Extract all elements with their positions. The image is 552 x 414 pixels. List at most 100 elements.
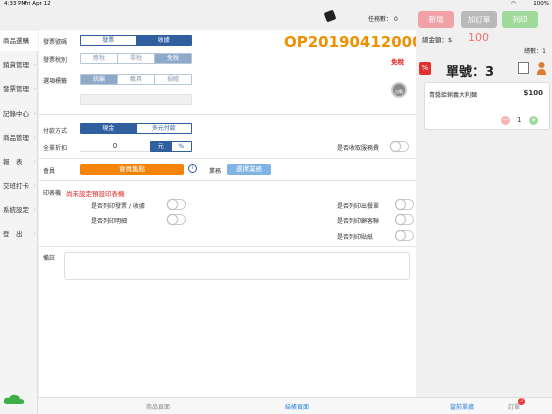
service-fee-toggle[interactable] bbox=[390, 141, 409, 152]
print-customer-toggle[interactable] bbox=[395, 214, 414, 225]
order-number-display: 單號：3 bbox=[446, 65, 495, 80]
person-icon[interactable] bbox=[537, 61, 546, 75]
edit-icon[interactable] bbox=[518, 62, 529, 74]
chevron-right-icon: › bbox=[34, 62, 36, 68]
wifi-icon: ◠ bbox=[511, 1, 516, 7]
auto-round-button[interactable]: 自動 bbox=[391, 82, 407, 98]
print-button[interactable]: 列印 bbox=[502, 11, 538, 28]
tax-status: 免稅 bbox=[391, 58, 404, 66]
sales-label: 業務 bbox=[209, 168, 222, 175]
tax-type-taxable[interactable]: 應稅 bbox=[81, 54, 118, 63]
item-name: 青醬蛤蜊義大利麵 bbox=[429, 92, 478, 99]
receipt-type-label: 發票號碼 bbox=[43, 39, 68, 46]
chevron-right-icon: › bbox=[34, 159, 36, 165]
payment-multi[interactable]: 多元付款 bbox=[137, 124, 192, 133]
print-invoice-toggle[interactable] bbox=[167, 199, 186, 210]
sidebar-item-logout[interactable]: 登 出 › bbox=[0, 224, 38, 244]
tab-checkout-page[interactable]: 結帳頁面 bbox=[285, 402, 309, 411]
chevron-right-icon: › bbox=[34, 231, 36, 237]
print-invoice-label: 是否列印發票 / 收據 bbox=[91, 203, 145, 210]
sidebar-item-record-center[interactable]: 記錄中心 › bbox=[0, 104, 38, 124]
discount-unit-dollar[interactable]: 元 bbox=[151, 142, 172, 151]
sidebar-item-product-select[interactable]: 商品選購 bbox=[0, 31, 38, 51]
add-order-button[interactable]: 加訂單 bbox=[461, 11, 497, 28]
discount-unit-segment: 元 % bbox=[150, 141, 192, 152]
item-price: $100 bbox=[523, 89, 543, 97]
chevron-right-icon: › bbox=[34, 207, 36, 213]
info-icon[interactable]: i bbox=[188, 164, 197, 173]
print-customer-label: 是否列印顧客聯 bbox=[337, 218, 380, 225]
memo-input[interactable] bbox=[64, 252, 410, 280]
item-qty: 1 bbox=[517, 116, 522, 124]
battery-indicator: 100% bbox=[533, 1, 549, 7]
discount-unit-percent[interactable]: % bbox=[172, 142, 192, 151]
payment-segment: 現金 多元付款 bbox=[80, 123, 192, 134]
sidebar-item-shift-clock[interactable]: 交班打卡 › bbox=[0, 176, 38, 196]
chevron-right-icon: › bbox=[34, 135, 36, 141]
select-sales-button[interactable]: 選擇業務 bbox=[227, 164, 271, 175]
print-sticker-toggle[interactable] bbox=[395, 230, 414, 241]
app-logo-icon bbox=[323, 9, 337, 23]
status-time: 4:33 PM bbox=[4, 1, 27, 7]
tax-type-label: 發票稅別 bbox=[43, 57, 68, 64]
chevron-right-icon: › bbox=[34, 86, 36, 92]
sidebar-item-sales-mgmt[interactable]: 銷貨管理 › bbox=[0, 55, 38, 75]
payment-cash[interactable]: 現金 bbox=[81, 124, 137, 133]
print-dispatch-toggle[interactable] bbox=[395, 199, 414, 210]
option-tag-input[interactable] bbox=[80, 94, 192, 105]
decrease-qty-button[interactable]: − bbox=[501, 116, 510, 125]
service-fee-label: 是否收取服務費 bbox=[337, 145, 380, 152]
option-tag-label: 選項標籤 bbox=[43, 78, 68, 85]
option-tag-carrier[interactable]: 載具 bbox=[118, 75, 155, 84]
new-button[interactable]: 新增 bbox=[418, 11, 454, 28]
sidebar-item-product-mgmt[interactable]: 商品管理 › bbox=[0, 128, 38, 148]
total-label: 總金額：$ bbox=[422, 36, 453, 44]
receipt-type-invoice[interactable]: 發票 bbox=[81, 36, 137, 45]
cloud-icon bbox=[3, 394, 25, 404]
discount-label: 全單折扣 bbox=[43, 145, 68, 152]
printer-warning: 尚未設定預設印表機 bbox=[66, 190, 125, 198]
discount-icon[interactable]: % bbox=[419, 62, 431, 75]
memo-label: 備註 bbox=[43, 255, 56, 262]
sidebar-item-settings[interactable]: 系統設定 › bbox=[0, 200, 38, 220]
orders-badge: 3 bbox=[518, 398, 525, 405]
sidebar-item-reports[interactable]: 報 表 › bbox=[0, 152, 38, 172]
order-item-card[interactable]: 青醬蛤蜊義大利麵 $100 − 1 + bbox=[424, 82, 550, 130]
print-detail-label: 是否列印明細 bbox=[91, 218, 128, 225]
print-dispatch-label: 是否列印出餐單 bbox=[337, 203, 380, 210]
chevron-right-icon: › bbox=[34, 111, 36, 117]
divider bbox=[39, 114, 416, 115]
member-label: 會員 bbox=[43, 168, 56, 175]
checkout-form: 發票號碼 發票 收據 OP201904120002 發票稅別 應稅 零稅 免稅 … bbox=[39, 30, 433, 397]
option-tag-segment: 統編 載具 捐贈 bbox=[80, 74, 192, 85]
status-bar: 4:33 PM Fri Apr 12 ◠ 100% bbox=[0, 0, 552, 9]
receipt-type-segment: 發票 收據 bbox=[80, 35, 192, 46]
divider bbox=[39, 158, 416, 159]
tax-type-segment: 應稅 零稅 免稅 bbox=[80, 53, 192, 64]
sidebar-item-invoice-mgmt[interactable]: 發票管理 › bbox=[0, 79, 38, 99]
receipt-type-receipt[interactable]: 收據 bbox=[136, 36, 191, 45]
option-tag-tax-id[interactable]: 統編 bbox=[81, 75, 118, 84]
sidebar: 商品選購 銷貨管理 › 發票管理 › 記錄中心 › 商品管理 › 報 表 › 交班打卡 › … bbox=[0, 30, 38, 414]
print-sticker-label: 是否列印貼紙 bbox=[337, 234, 374, 241]
payment-label: 付款方式 bbox=[43, 128, 68, 135]
printer-label: 印表機 bbox=[43, 190, 62, 197]
order-number: OP201904120002 bbox=[284, 33, 433, 51]
option-tag-donation[interactable]: 捐贈 bbox=[155, 75, 191, 84]
divider bbox=[39, 246, 416, 247]
item-count: 總數：1 bbox=[524, 48, 546, 55]
tax-type-zero[interactable]: 零稅 bbox=[118, 54, 155, 63]
task-counter: 任務數： 0 bbox=[368, 16, 398, 23]
discount-input[interactable]: 0 bbox=[80, 141, 150, 152]
member-points-button[interactable]: 會員集點 bbox=[80, 164, 184, 175]
increase-qty-button[interactable]: + bbox=[529, 116, 538, 125]
tax-type-exempt[interactable]: 免稅 bbox=[155, 54, 191, 63]
print-detail-toggle[interactable] bbox=[167, 214, 186, 225]
divider bbox=[39, 180, 416, 181]
tab-current-order[interactable]: 當前單據 bbox=[450, 402, 474, 411]
total-amount: 100 bbox=[468, 31, 489, 44]
order-panel: 總金額：$ 100 總數：1 % 單號：3 青醬蛤蜊義大利麵 $100 − 1 … bbox=[416, 30, 552, 397]
chevron-right-icon: › bbox=[34, 183, 36, 189]
tab-product-page[interactable]: 商品頁面 bbox=[146, 402, 170, 411]
bottom-tab-bar: 商品頁面 結帳頁面 當前單據 訂單 3 bbox=[38, 397, 552, 414]
